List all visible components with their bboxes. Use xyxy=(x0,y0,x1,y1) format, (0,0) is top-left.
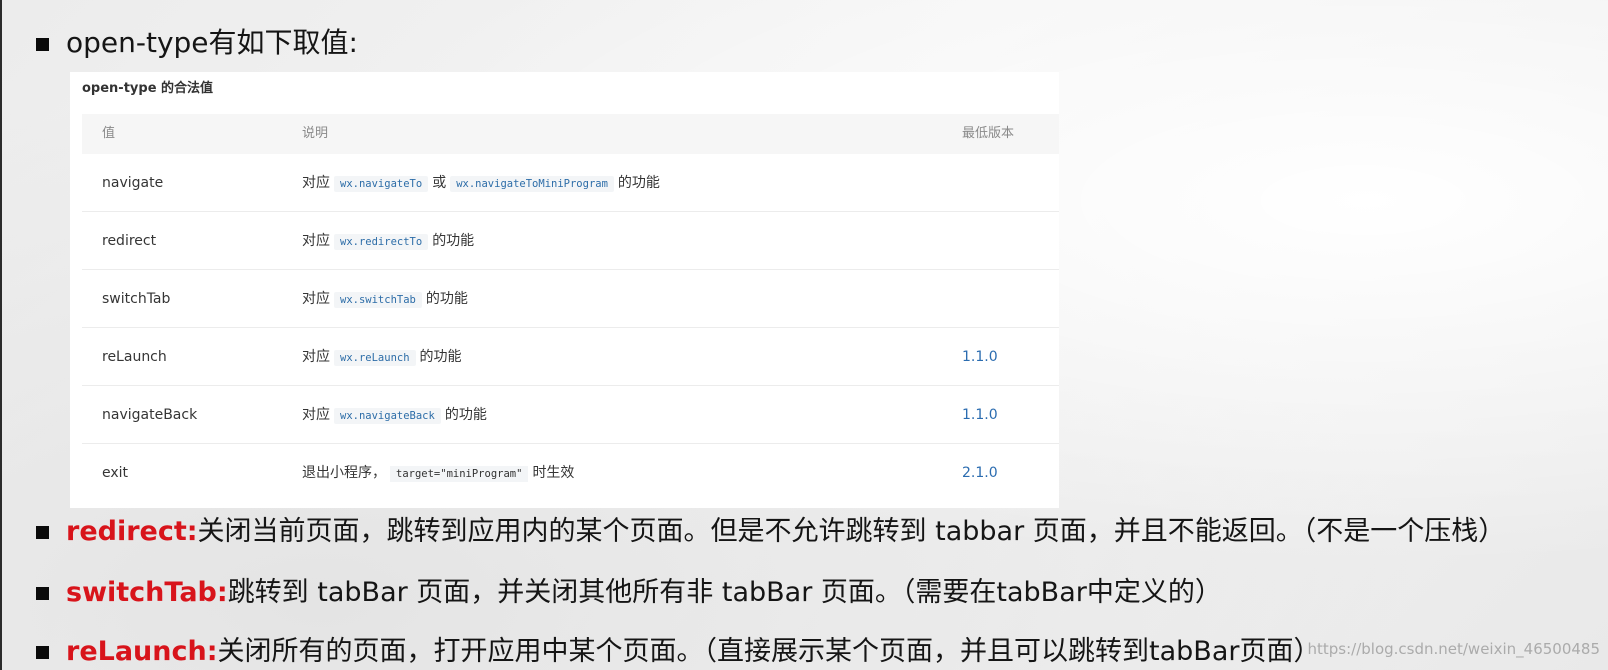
table-row: redirect 对应 wx.redirectTo 的功能 xyxy=(82,212,1059,270)
bullet-square-icon xyxy=(36,526,49,539)
header-value: 值 xyxy=(102,126,116,141)
card-title: open-type 的合法值 xyxy=(82,81,214,96)
bullet-square-icon xyxy=(36,646,49,659)
note-keyword: switchTab: xyxy=(66,577,228,608)
note-text: 跳转到 tabBar 页面，并关闭其他所有非 tabBar 页面。（需要在tab… xyxy=(227,577,1222,608)
row-value: redirect xyxy=(102,233,157,249)
note-text: 关闭当前页面，跳转到应用内的某个页面。但是不允许跳转到 tabbar 页面，并且… xyxy=(197,516,1506,547)
row-value: navigate xyxy=(102,175,164,191)
code-tag: wx.navigateTo xyxy=(334,176,429,192)
note-redirect: redirect:关闭当前页面，跳转到应用内的某个页面。但是不允许跳转到 tab… xyxy=(66,515,1505,549)
table-row: exit 退出小程序， target="miniProgram" 时生效 2.1.0 xyxy=(82,444,1059,502)
table-row: navigateBack 对应 wx.navigateBack 的功能 1.1.0 xyxy=(82,386,1059,444)
code-tag: wx.navigateToMiniProgram xyxy=(450,176,614,192)
code-tag: wx.redirectTo xyxy=(334,234,429,250)
row-description: 对应 wx.navigateBack 的功能 xyxy=(302,407,487,424)
row-value: switchTab xyxy=(102,291,171,307)
header-description: 说明 xyxy=(302,126,329,141)
bullet-square-icon xyxy=(36,587,49,600)
note-keyword: redirect: xyxy=(66,516,198,547)
row-value: exit xyxy=(102,465,129,481)
row-value: reLaunch xyxy=(102,349,167,365)
watermark-text: https://blog.csdn.net/weixin_46500485 xyxy=(1307,640,1600,658)
row-version: 2.1.0 xyxy=(962,465,998,481)
row-description: 对应 wx.switchTab 的功能 xyxy=(302,291,468,308)
note-keyword: reLaunch: xyxy=(66,636,218,667)
heading-text: open-type有如下取值: xyxy=(66,26,358,59)
table-row: reLaunch 对应 wx.reLaunch 的功能 1.1.0 xyxy=(82,328,1059,386)
code-tag: wx.switchTab xyxy=(334,292,422,308)
row-description: 退出小程序， target="miniProgram" 时生效 xyxy=(302,465,575,482)
row-version: 1.1.0 xyxy=(962,349,998,365)
row-description: 对应 wx.navigateTo 或 wx.navigateToMiniProgram… xyxy=(302,175,660,192)
table-row: switchTab 对应 wx.switchTab 的功能 xyxy=(82,270,1059,328)
row-description: 对应 wx.reLaunch 的功能 xyxy=(302,349,462,366)
header-min-version: 最低版本 xyxy=(962,126,1015,141)
note-text: 关闭所有的页面，打开应用中某个页面。（直接展示某个页面，并且可以跳转到tabBa… xyxy=(217,636,1321,667)
note-switchtab: switchTab:跳转到 tabBar 页面，并关闭其他所有非 tabBar … xyxy=(66,576,1222,610)
code-tag: wx.reLaunch xyxy=(334,350,416,366)
left-edge-line xyxy=(0,0,2,670)
row-value: navigateBack xyxy=(102,407,198,423)
open-type-table-card: open-type 的合法值 值 说明 最低版本 navigate 对应 wx.n… xyxy=(70,72,1059,508)
bullet-square-icon xyxy=(36,38,49,51)
row-version: 1.1.0 xyxy=(962,407,998,423)
code-tag: wx.navigateBack xyxy=(334,408,441,424)
note-relaunch: reLaunch:关闭所有的页面，打开应用中某个页面。（直接展示某个页面，并且可… xyxy=(66,635,1320,669)
table-header: 值 说明 最低版本 xyxy=(82,114,1059,154)
code-tag: target="miniProgram" xyxy=(390,466,529,482)
table-row: navigate 对应 wx.navigateTo 或 wx.navigateToMi… xyxy=(82,154,1059,212)
row-description: 对应 wx.redirectTo 的功能 xyxy=(302,233,475,250)
